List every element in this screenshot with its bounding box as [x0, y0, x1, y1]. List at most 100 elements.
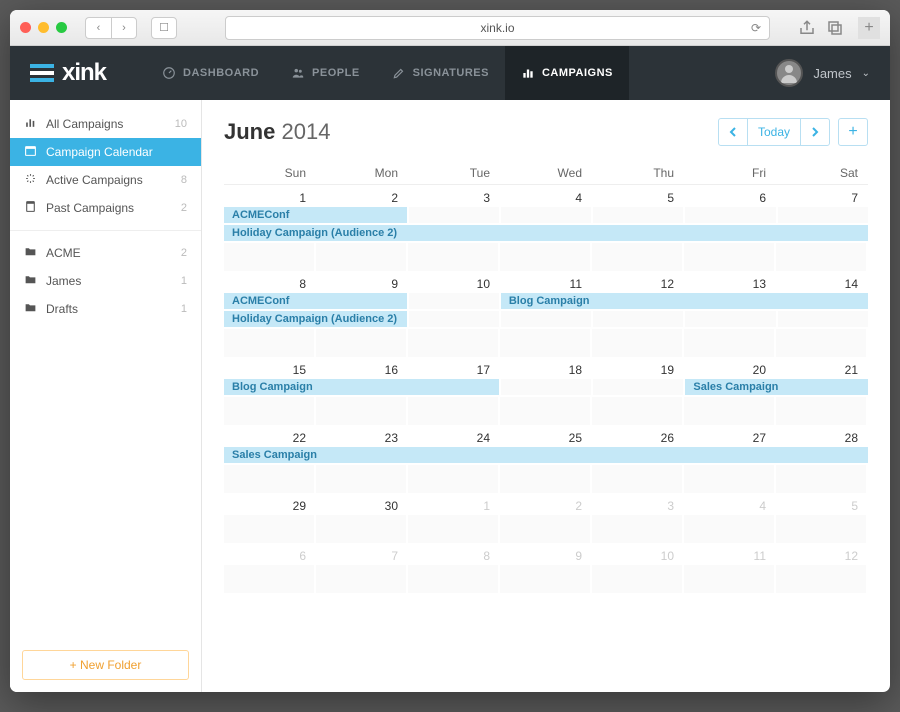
- day-cell[interactable]: 23: [316, 425, 408, 447]
- event-row: ACMEConf Blog Campaign: [224, 293, 868, 309]
- calendar-event[interactable]: Holiday Campaign (Audience 2): [224, 311, 407, 327]
- nav-signatures[interactable]: SIGNATURES: [376, 46, 505, 100]
- event-row: Holiday Campaign (Audience 2): [224, 225, 868, 241]
- calendar-year: 2014: [281, 119, 330, 144]
- share-icon[interactable]: [798, 19, 816, 37]
- day-cell[interactable]: 18: [500, 357, 592, 379]
- main-content: June 2014 Today + SunMonTueWedThuFriSat1…: [202, 100, 890, 692]
- day-cell[interactable]: 24: [408, 425, 500, 447]
- browser-window: ‹ › ☐ xink.io ⟳ + xink DASHBOARDPEOPLESI…: [10, 10, 890, 692]
- sidebar-item-past-campaigns[interactable]: Past Campaigns2: [10, 194, 201, 222]
- day-cell[interactable]: 28: [776, 425, 868, 447]
- day-cell[interactable]: 4: [500, 185, 592, 207]
- nav-people[interactable]: PEOPLE: [275, 46, 376, 100]
- logo[interactable]: xink: [30, 59, 106, 87]
- day-cell[interactable]: 27: [684, 425, 776, 447]
- day-cell[interactable]: 7: [316, 543, 408, 565]
- day-cell[interactable]: 7: [776, 185, 868, 207]
- day-cell[interactable]: 8: [224, 271, 316, 293]
- minimize-window-icon[interactable]: [38, 22, 49, 33]
- calendar-event[interactable]: Holiday Campaign (Audience 2): [224, 225, 868, 241]
- day-cell[interactable]: 14: [776, 271, 868, 293]
- add-button[interactable]: +: [838, 118, 868, 146]
- day-header: Fri: [684, 160, 776, 185]
- new-folder-button[interactable]: + New Folder: [22, 650, 189, 680]
- traffic-lights: [20, 22, 67, 33]
- day-cell[interactable]: 26: [592, 425, 684, 447]
- day-cell[interactable]: 13: [684, 271, 776, 293]
- event-row: Holiday Campaign (Audience 2): [224, 311, 868, 327]
- top-nav: xink DASHBOARDPEOPLESIGNATURESCAMPAIGNS …: [10, 46, 890, 100]
- calendar-event[interactable]: ACMEConf: [224, 207, 407, 223]
- day-cell[interactable]: 1: [408, 493, 500, 515]
- day-header: Mon: [316, 160, 408, 185]
- day-header: Thu: [592, 160, 684, 185]
- nav-campaigns[interactable]: CAMPAIGNS: [505, 46, 629, 100]
- event-row: ACMEConf: [224, 207, 868, 223]
- new-tab-button[interactable]: +: [858, 17, 880, 39]
- day-cell[interactable]: 6: [684, 185, 776, 207]
- day-cell[interactable]: 10: [408, 271, 500, 293]
- maximize-window-icon[interactable]: [56, 22, 67, 33]
- sidebar-item-acme[interactable]: ACME2: [10, 239, 201, 267]
- day-cell[interactable]: 10: [592, 543, 684, 565]
- url-bar[interactable]: xink.io ⟳: [225, 16, 770, 40]
- day-cell[interactable]: 11: [500, 271, 592, 293]
- week-spacer: [224, 565, 868, 593]
- day-cell[interactable]: 9: [316, 271, 408, 293]
- nav-dashboard[interactable]: DASHBOARD: [146, 46, 275, 100]
- sidebar-item-drafts[interactable]: Drafts1: [10, 295, 201, 323]
- sidebar-item-active-campaigns[interactable]: Active Campaigns8: [10, 166, 201, 194]
- day-header: Sat: [776, 160, 868, 185]
- day-cell[interactable]: 1: [224, 185, 316, 207]
- sidebar-toggle-icon[interactable]: ☐: [151, 17, 177, 39]
- day-cell[interactable]: 9: [500, 543, 592, 565]
- calendar-event[interactable]: Blog Campaign: [501, 293, 868, 309]
- reload-icon[interactable]: ⟳: [751, 21, 761, 35]
- day-cell[interactable]: 11: [684, 543, 776, 565]
- day-cell[interactable]: 2: [316, 185, 408, 207]
- day-cell[interactable]: 12: [776, 543, 868, 565]
- user-menu[interactable]: James ⌄: [775, 59, 870, 87]
- calendar-event[interactable]: Sales Campaign: [685, 379, 868, 395]
- day-cell[interactable]: 5: [592, 185, 684, 207]
- day-cell[interactable]: 25: [500, 425, 592, 447]
- day-cell[interactable]: 17: [408, 357, 500, 379]
- day-cell[interactable]: 8: [408, 543, 500, 565]
- day-cell[interactable]: 16: [316, 357, 408, 379]
- prev-button[interactable]: [719, 119, 748, 145]
- next-button[interactable]: [801, 119, 829, 145]
- calendar-header: June 2014 Today +: [224, 118, 868, 146]
- day-cell[interactable]: 29: [224, 493, 316, 515]
- today-button[interactable]: Today: [748, 119, 801, 145]
- calendar-event[interactable]: Sales Campaign: [224, 447, 868, 463]
- day-cell[interactable]: 21: [776, 357, 868, 379]
- day-cell[interactable]: 2: [500, 493, 592, 515]
- day-cell[interactable]: 3: [408, 185, 500, 207]
- day-cell[interactable]: 15: [224, 357, 316, 379]
- calendar-title: June 2014: [224, 119, 330, 145]
- day-cell[interactable]: 22: [224, 425, 316, 447]
- day-cell[interactable]: 5: [776, 493, 868, 515]
- day-cell[interactable]: 6: [224, 543, 316, 565]
- sidebar-item-all-campaigns[interactable]: All Campaigns10: [10, 110, 201, 138]
- close-window-icon[interactable]: [20, 22, 31, 33]
- day-cell[interactable]: 12: [592, 271, 684, 293]
- week-spacer: [224, 329, 868, 357]
- sidebar-item-james[interactable]: James1: [10, 267, 201, 295]
- day-cell[interactable]: 20: [684, 357, 776, 379]
- tabs-icon[interactable]: [826, 19, 844, 37]
- calendar-event[interactable]: Blog Campaign: [224, 379, 499, 395]
- new-folder-label: New Folder: [80, 658, 141, 672]
- calendar-event[interactable]: ACMEConf: [224, 293, 407, 309]
- day-cell[interactable]: 4: [684, 493, 776, 515]
- day-cell[interactable]: 30: [316, 493, 408, 515]
- sidebar-item-campaign-calendar[interactable]: Campaign Calendar: [10, 138, 201, 166]
- forward-button[interactable]: ›: [111, 17, 137, 39]
- browser-actions: [798, 19, 844, 37]
- sidebar: All Campaigns10Campaign CalendarActive C…: [10, 100, 202, 692]
- back-button[interactable]: ‹: [85, 17, 111, 39]
- browser-chrome: ‹ › ☐ xink.io ⟳ +: [10, 10, 890, 46]
- day-cell[interactable]: 3: [592, 493, 684, 515]
- day-cell[interactable]: 19: [592, 357, 684, 379]
